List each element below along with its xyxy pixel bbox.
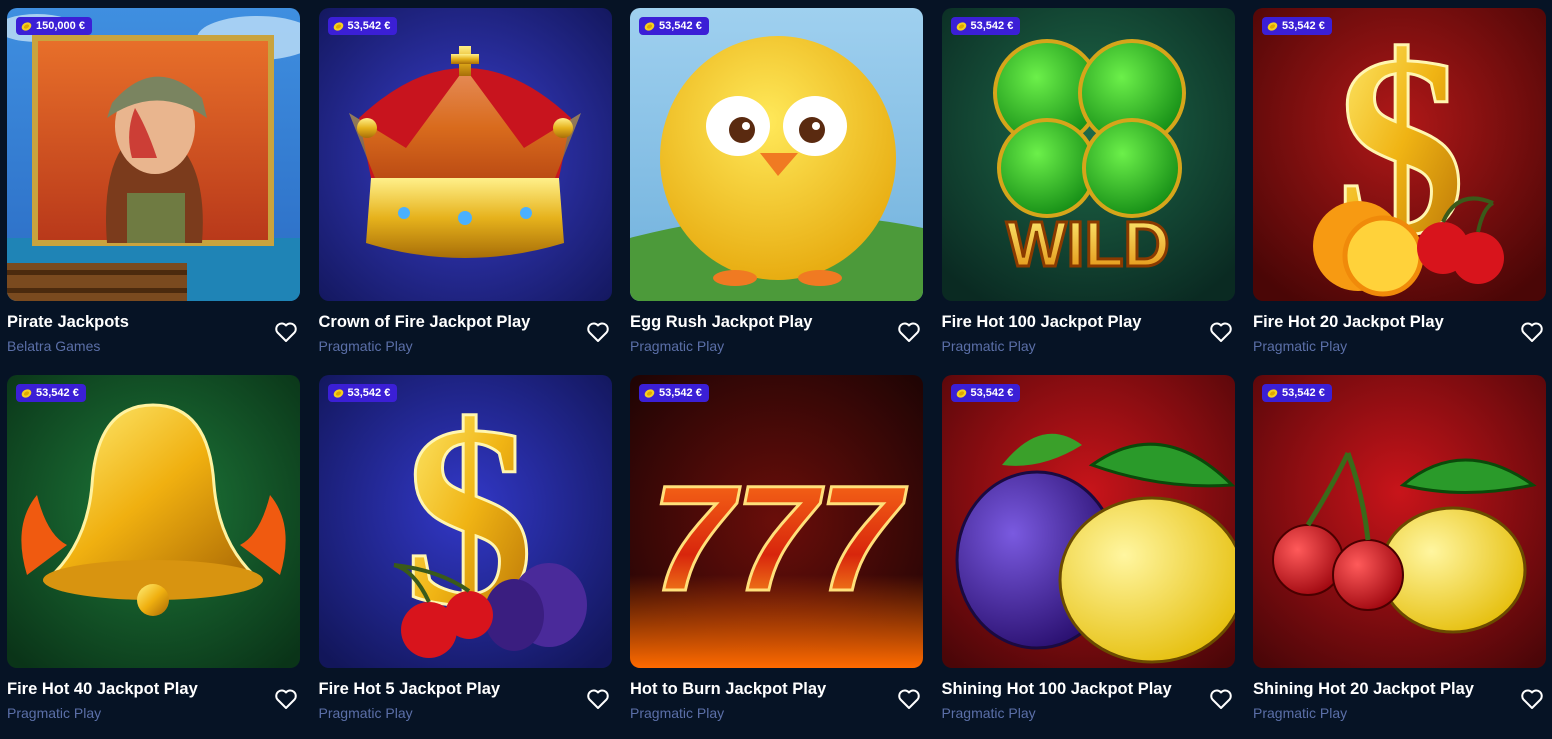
coin-icon: [333, 388, 343, 398]
game-provider[interactable]: Pragmatic Play: [942, 338, 1036, 354]
clover-wild-art: WILD: [941, 8, 1235, 301]
coin-icon: [644, 388, 655, 398]
sevens-label: 777: [651, 454, 908, 622]
game-provider[interactable]: Pragmatic Play: [319, 705, 413, 721]
game-title[interactable]: Fire Hot 100 Jackpot Play: [942, 313, 1142, 332]
game-grid: 150,000 € Pirate Jackpots Belatra Games: [7, 8, 1546, 721]
jackpot-badge: 53,542 €: [16, 384, 86, 402]
game-thumbnail[interactable]: $ 53,542 €: [1253, 8, 1546, 301]
jackpot-badge: 53,542 €: [950, 384, 1021, 402]
game-card: 53,542 € Shining Hot 100 Jackpot Play Pr…: [941, 375, 1235, 721]
game-thumbnail[interactable]: 53,542 €: [318, 8, 612, 301]
pirate-woman-art: [7, 8, 300, 301]
game-thumbnail[interactable]: 53,542 €: [1253, 375, 1546, 668]
dollar-orange-cherries-art: $: [1253, 8, 1546, 301]
game-title[interactable]: Pirate Jackpots: [7, 313, 129, 332]
game-title[interactable]: Crown of Fire Jackpot Play: [319, 313, 531, 332]
game-provider[interactable]: Belatra Games: [7, 338, 100, 354]
heart-outline-icon[interactable]: [1209, 688, 1233, 710]
game-card: $ 53,542 € Fire Hot 20 Jackpot Play Prag…: [1253, 8, 1546, 354]
heart-outline-icon[interactable]: [1520, 688, 1544, 710]
heart-outline-icon[interactable]: [897, 321, 921, 343]
jackpot-amount: 53,542 €: [659, 387, 702, 399]
game-card: 53,542 € Shining Hot 20 Jackpot Play Pra…: [1253, 375, 1546, 721]
jackpot-badge: 53,542 €: [327, 384, 398, 402]
game-title[interactable]: Fire Hot 5 Jackpot Play: [319, 680, 501, 699]
jackpot-amount: 53,542 €: [659, 20, 702, 32]
heart-outline-icon[interactable]: [897, 688, 921, 710]
game-card: 53,542 € Fire Hot 40 Jackpot Play Pragma…: [7, 375, 300, 721]
game-card: WILD 53,542 € Fire Hot 100 Jackpot Play …: [941, 8, 1235, 354]
jackpot-badge: 53,542 €: [327, 17, 398, 35]
jackpot-amount: 53,542 €: [1282, 20, 1325, 32]
wild-label: WILD: [1006, 208, 1170, 280]
golden-bell-art: [7, 375, 300, 668]
coin-icon: [1267, 388, 1278, 398]
game-provider[interactable]: Pragmatic Play: [1253, 705, 1347, 721]
game-provider[interactable]: Pragmatic Play: [1253, 338, 1347, 354]
game-provider[interactable]: Pragmatic Play: [942, 705, 1036, 721]
jackpot-amount: 53,542 €: [347, 387, 391, 399]
coin-icon: [333, 21, 343, 31]
jackpot-badge: 53,542 €: [950, 17, 1021, 35]
jackpot-amount: 150,000 €: [36, 20, 85, 32]
game-title[interactable]: Fire Hot 40 Jackpot Play: [7, 680, 198, 699]
game-title[interactable]: Shining Hot 100 Jackpot Play: [942, 680, 1172, 699]
game-title[interactable]: Fire Hot 20 Jackpot Play: [1253, 313, 1444, 332]
plum-lemon-art: [941, 375, 1235, 668]
game-provider[interactable]: Pragmatic Play: [319, 338, 413, 354]
game-thumbnail[interactable]: 53,542 €: [7, 375, 300, 668]
game-card: 53,542 € Egg Rush Jackpot Play Pragmatic…: [630, 8, 923, 354]
jackpot-badge: 53,542 €: [639, 17, 709, 35]
game-provider[interactable]: Pragmatic Play: [7, 705, 101, 721]
game-card: 150,000 € Pirate Jackpots Belatra Games: [7, 8, 300, 354]
coin-icon: [21, 388, 32, 398]
cherries-lemon-art: [1253, 375, 1546, 668]
yellow-chick-art: [630, 8, 923, 301]
game-thumbnail[interactable]: 150,000 €: [7, 8, 300, 301]
game-title[interactable]: Egg Rush Jackpot Play: [630, 313, 812, 332]
coin-icon: [21, 21, 32, 31]
coin-icon: [1267, 21, 1278, 31]
jackpot-amount: 53,542 €: [970, 387, 1014, 399]
coin-icon: [956, 21, 966, 31]
jackpot-badge: 53,542 €: [639, 384, 709, 402]
jackpot-amount: 53,542 €: [1282, 387, 1325, 399]
jackpot-badge: 53,542 €: [1262, 384, 1332, 402]
game-thumbnail[interactable]: 53,542 €: [630, 8, 923, 301]
game-thumbnail[interactable]: 777 53,542 €: [630, 375, 923, 668]
jackpot-badge: 150,000 €: [16, 17, 92, 35]
game-thumbnail[interactable]: WILD 53,542 €: [941, 8, 1235, 301]
game-provider[interactable]: Pragmatic Play: [630, 338, 724, 354]
jackpot-amount: 53,542 €: [36, 387, 79, 399]
jackpot-amount: 53,542 €: [347, 20, 391, 32]
game-provider[interactable]: Pragmatic Play: [630, 705, 724, 721]
heart-outline-icon[interactable]: [274, 321, 298, 343]
game-thumbnail[interactable]: 53,542 €: [941, 375, 1235, 668]
golden-crown-art: [318, 8, 612, 301]
heart-outline-icon[interactable]: [274, 688, 298, 710]
heart-outline-icon[interactable]: [1209, 321, 1233, 343]
game-card: $ 53,542 € Fire Hot 5 Jackpot Play Pragm…: [318, 375, 612, 721]
game-title[interactable]: Hot to Burn Jackpot Play: [630, 680, 826, 699]
game-thumbnail[interactable]: $ 53,542 €: [318, 375, 612, 668]
game-card: 53,542 € Crown of Fire Jackpot Play Prag…: [318, 8, 612, 354]
jackpot-amount: 53,542 €: [970, 20, 1014, 32]
game-card: 777 53,542 € Hot to Burn Jackpot Play Pr…: [630, 375, 923, 721]
dollar-cherries-plum-art: $: [318, 375, 612, 668]
game-title[interactable]: Shining Hot 20 Jackpot Play: [1253, 680, 1474, 699]
flaming-777-art: 777: [630, 375, 923, 668]
jackpot-badge: 53,542 €: [1262, 17, 1332, 35]
coin-icon: [956, 388, 966, 398]
coin-icon: [644, 21, 655, 31]
heart-outline-icon[interactable]: [586, 321, 610, 343]
heart-outline-icon[interactable]: [1520, 321, 1544, 343]
heart-outline-icon[interactable]: [586, 688, 610, 710]
